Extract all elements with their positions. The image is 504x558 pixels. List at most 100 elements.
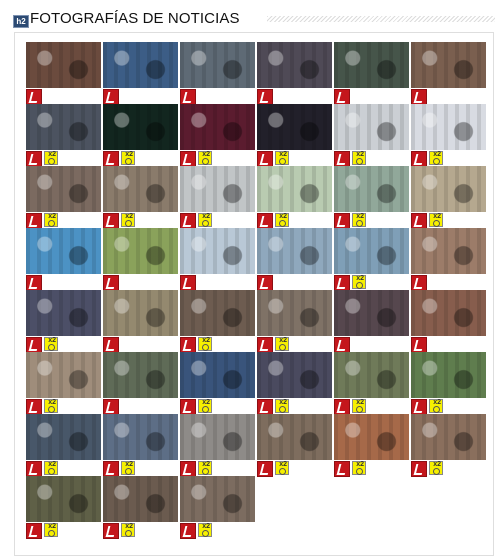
zoom-x2-icon[interactable]: x2 [352,399,366,413]
download-icon[interactable] [26,399,42,415]
photo-thumbnail[interactable] [103,476,178,522]
zoom-x2-icon[interactable]: x2 [429,399,443,413]
download-icon[interactable] [26,523,42,539]
zoom-x2-icon[interactable]: x2 [121,151,135,165]
photo-thumbnail[interactable] [180,166,255,212]
photo-thumbnail[interactable] [26,352,101,398]
photo-thumbnail[interactable] [180,228,255,274]
zoom-x2-icon[interactable]: x2 [121,213,135,227]
zoom-x2-icon[interactable]: x2 [198,523,212,537]
download-icon[interactable] [103,523,119,539]
download-icon[interactable] [180,399,196,415]
zoom-x2-icon[interactable]: x2 [198,151,212,165]
download-icon[interactable] [411,151,427,167]
zoom-x2-icon[interactable]: x2 [198,337,212,351]
photo-thumbnail[interactable] [411,228,486,274]
photo-thumbnail[interactable] [103,42,178,88]
download-icon[interactable] [26,213,42,229]
download-icon[interactable] [334,275,350,291]
download-icon[interactable] [180,151,196,167]
download-icon[interactable] [180,275,196,291]
photo-thumbnail[interactable] [257,228,332,274]
download-icon[interactable] [411,89,427,105]
zoom-x2-icon[interactable]: x2 [352,151,366,165]
photo-thumbnail[interactable] [257,352,332,398]
photo-thumbnail[interactable] [411,290,486,336]
photo-thumbnail[interactable] [180,414,255,460]
download-icon[interactable] [103,399,119,415]
download-icon[interactable] [180,337,196,353]
photo-thumbnail[interactable] [334,42,409,88]
download-icon[interactable] [334,213,350,229]
download-icon[interactable] [103,89,119,105]
zoom-x2-icon[interactable]: x2 [275,213,289,227]
download-icon[interactable] [334,399,350,415]
photo-thumbnail[interactable] [334,290,409,336]
photo-thumbnail[interactable] [257,414,332,460]
zoom-x2-icon[interactable]: x2 [44,151,58,165]
download-icon[interactable] [257,399,273,415]
photo-thumbnail[interactable] [26,290,101,336]
download-icon[interactable] [103,337,119,353]
photo-thumbnail[interactable] [180,42,255,88]
zoom-x2-icon[interactable]: x2 [429,151,443,165]
download-icon[interactable] [257,151,273,167]
zoom-x2-icon[interactable]: x2 [121,523,135,537]
download-icon[interactable] [103,151,119,167]
download-icon[interactable] [26,151,42,167]
download-icon[interactable] [180,461,196,477]
zoom-x2-icon[interactable]: x2 [121,461,135,475]
photo-thumbnail[interactable] [411,414,486,460]
zoom-x2-icon[interactable]: x2 [352,275,366,289]
photo-thumbnail[interactable] [334,414,409,460]
photo-thumbnail[interactable] [103,166,178,212]
photo-thumbnail[interactable] [411,352,486,398]
photo-thumbnail[interactable] [257,290,332,336]
photo-thumbnail[interactable] [180,476,255,522]
photo-thumbnail[interactable] [257,42,332,88]
download-icon[interactable] [257,337,273,353]
download-icon[interactable] [411,213,427,229]
photo-thumbnail[interactable] [411,42,486,88]
photo-thumbnail[interactable] [103,104,178,150]
zoom-x2-icon[interactable]: x2 [275,151,289,165]
photo-thumbnail[interactable] [26,166,101,212]
photo-thumbnail[interactable] [334,352,409,398]
download-icon[interactable] [411,399,427,415]
download-icon[interactable] [26,275,42,291]
photo-thumbnail[interactable] [103,352,178,398]
photo-thumbnail[interactable] [334,228,409,274]
photo-thumbnail[interactable] [257,166,332,212]
zoom-x2-icon[interactable]: x2 [429,213,443,227]
download-icon[interactable] [334,151,350,167]
photo-thumbnail[interactable] [26,228,101,274]
download-icon[interactable] [26,337,42,353]
photo-thumbnail[interactable] [334,104,409,150]
download-icon[interactable] [103,213,119,229]
download-icon[interactable] [26,89,42,105]
photo-thumbnail[interactable] [180,290,255,336]
download-icon[interactable] [411,337,427,353]
photo-thumbnail[interactable] [26,414,101,460]
download-icon[interactable] [334,337,350,353]
zoom-x2-icon[interactable]: x2 [198,399,212,413]
zoom-x2-icon[interactable]: x2 [44,461,58,475]
download-icon[interactable] [257,213,273,229]
download-icon[interactable] [257,461,273,477]
photo-thumbnail[interactable] [334,166,409,212]
zoom-x2-icon[interactable]: x2 [275,461,289,475]
photo-thumbnail[interactable] [103,228,178,274]
zoom-x2-icon[interactable]: x2 [44,399,58,413]
zoom-x2-icon[interactable]: x2 [44,337,58,351]
photo-thumbnail[interactable] [26,42,101,88]
download-icon[interactable] [26,461,42,477]
download-icon[interactable] [257,89,273,105]
download-icon[interactable] [180,89,196,105]
download-icon[interactable] [334,461,350,477]
zoom-x2-icon[interactable]: x2 [198,461,212,475]
download-icon[interactable] [180,213,196,229]
photo-thumbnail[interactable] [103,290,178,336]
zoom-x2-icon[interactable]: x2 [198,213,212,227]
zoom-x2-icon[interactable]: x2 [352,461,366,475]
download-icon[interactable] [103,461,119,477]
